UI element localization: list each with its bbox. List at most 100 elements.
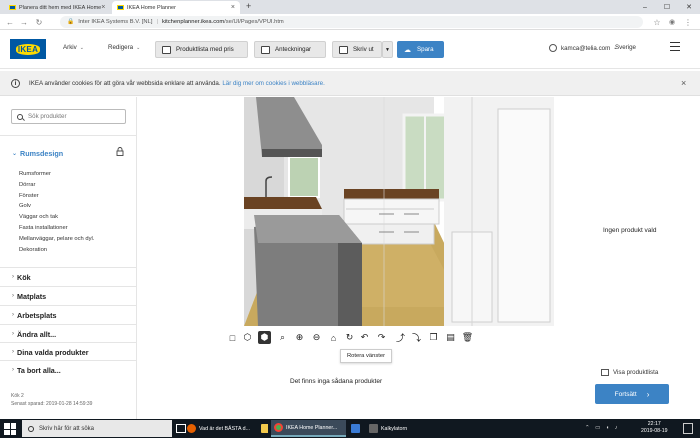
taskbar-store[interactable] xyxy=(348,420,362,437)
sidebar-item[interactable]: Dörrar xyxy=(19,181,94,190)
system-tray-icons[interactable]: ⌃ ▭ ◖ ♪ xyxy=(585,425,619,431)
chevron-right-icon: › xyxy=(12,349,14,355)
app-header: IKEA Arkiv ⌄ Redigera ⌄ Produktlista med p… xyxy=(0,31,700,69)
tilt-down-icon[interactable]: ⤵ xyxy=(410,331,423,344)
close-icon[interactable]: × xyxy=(681,78,686,88)
show-product-list-link[interactable]: Visa produktlista xyxy=(601,369,658,376)
cookie-link[interactable]: Lär dig mer om cookies i webbläsare. xyxy=(222,80,324,87)
reload-icon[interactable]: ↻ xyxy=(33,16,45,28)
folder-icon xyxy=(261,424,268,433)
ikea-favicon-icon xyxy=(117,5,124,10)
zoom-area-icon[interactable]: ⌕ xyxy=(276,331,289,344)
zoom-out-icon[interactable]: ⊖ xyxy=(310,331,323,344)
maximize-icon[interactable]: ☐ xyxy=(656,0,678,14)
chevron-right-icon: › xyxy=(12,367,14,373)
user-email: kamca@telia.com xyxy=(561,44,611,52)
sidebar: Sök produkter ⌄ Rumsdesign Rumsformer Dör… xyxy=(0,97,137,419)
sidebar-item[interactable]: Mellanväggar, pelare och dyl. xyxy=(19,235,94,244)
home-view-icon[interactable]: ⌂ xyxy=(327,331,340,344)
taskbar-firefox[interactable]: Vad är det BÄSTA d... xyxy=(184,420,257,437)
user-account[interactable]: kamca@telia.com ⌄ xyxy=(549,44,617,52)
taskbar-calculator[interactable]: Kalkylatorn xyxy=(366,420,436,437)
url-field[interactable]: 🔒 Inter IKEA Systems B.V. [NL] | kitchen… xyxy=(60,16,643,28)
cert-org: Inter IKEA Systems B.V. [NL] xyxy=(78,19,153,25)
sidebar-item[interactable]: Golv xyxy=(19,202,94,211)
bookmark-star-icon[interactable]: ☆ xyxy=(651,16,663,28)
hamburger-menu-icon[interactable] xyxy=(670,42,680,51)
minimize-icon[interactable]: – xyxy=(634,0,656,14)
rotate-right-icon[interactable]: ↷ xyxy=(375,331,388,344)
category-change-all[interactable]: › Ändra allt... xyxy=(0,324,137,343)
country-selector[interactable]: Sverige xyxy=(615,44,636,51)
sidebar-item[interactable]: Rumsformer xyxy=(19,170,94,179)
divider xyxy=(0,135,137,136)
forward-icon[interactable]: → xyxy=(18,16,30,28)
browser-tab-1[interactable]: Planera ditt hem med IKEA Home × xyxy=(4,1,110,14)
chevron-down-icon: ⌄ xyxy=(136,44,141,51)
sidebar-item[interactable]: Fönster xyxy=(19,192,94,201)
wall-view-icon[interactable]: ▤ xyxy=(444,331,457,344)
select-tool-icon[interactable]: □ xyxy=(226,331,239,344)
cookie-banner: i IKEA använder cookies för att göra vår… xyxy=(0,71,700,96)
save-button[interactable]: ☁ Spara xyxy=(397,41,444,58)
ikea-logo[interactable]: IKEA xyxy=(10,39,46,59)
windows-start-icon[interactable] xyxy=(4,423,16,435)
notes-button[interactable]: Anteckningar xyxy=(254,41,326,58)
profile-icon[interactable]: ◉ xyxy=(666,16,678,28)
print-dropdown-button[interactable]: ▼ xyxy=(382,41,393,58)
taskbar-explorer[interactable] xyxy=(258,420,268,437)
browser-tab-2[interactable]: IKEA Home Planner × xyxy=(112,1,240,14)
tab-title: IKEA Home Planner xyxy=(127,4,176,11)
back-icon[interactable]: ← xyxy=(4,16,16,28)
category-kok[interactable]: › Kök xyxy=(0,267,137,286)
product-list-price-button[interactable]: Produktlista med pris xyxy=(155,41,248,58)
chevron-right-icon: › xyxy=(12,274,14,280)
show-list-label: Visa produktlista xyxy=(613,369,659,376)
notifications-icon[interactable] xyxy=(683,423,693,434)
rotate-icon[interactable]: ↻ xyxy=(343,331,356,344)
kitchen-name: Kök 2 xyxy=(11,393,24,399)
close-tab-icon[interactable]: × xyxy=(101,4,105,11)
no-products-message: Det finns inga sådana produkter xyxy=(290,378,383,385)
sidebar-item[interactable]: Fasta installationer xyxy=(19,224,94,233)
chevron-right-icon: › xyxy=(646,389,650,399)
print-button[interactable]: Skriv ut xyxy=(332,41,382,58)
print-icon xyxy=(339,45,348,54)
view-3d-icon[interactable]: ⬢ xyxy=(258,331,271,344)
lock-icon[interactable] xyxy=(116,147,124,156)
copy-icon[interactable]: ❐ xyxy=(427,331,440,344)
trash-icon[interactable]: 🗑 xyxy=(461,331,474,344)
browser-menu-icon[interactable]: ⋮ xyxy=(682,16,694,28)
view-2d-icon[interactable]: ⬡ xyxy=(241,331,254,344)
menu-redigera[interactable]: Redigera ⌄ xyxy=(108,44,140,51)
close-tab-icon[interactable]: × xyxy=(231,4,235,11)
category-selected-products[interactable]: › Dina valda produkter xyxy=(0,342,137,361)
tilt-up-icon[interactable]: ⤴ xyxy=(394,331,407,344)
section-room-design[interactable]: ⌄ Rumsdesign xyxy=(12,149,63,158)
kitchen-3d-view[interactable] xyxy=(244,97,554,326)
new-tab-icon[interactable]: + xyxy=(246,1,251,11)
search-placeholder: Sök produkter xyxy=(28,113,67,120)
calculator-icon xyxy=(369,424,378,433)
search-icon xyxy=(17,113,23,120)
category-matplats[interactable]: › Matplats xyxy=(0,286,137,305)
address-bar-row: ← → ↻ 🔒 Inter IKEA Systems B.V. [NL] | k… xyxy=(0,14,700,30)
clock-date: 2019-08-19 xyxy=(641,428,668,434)
taskbar-chrome[interactable]: IKEA Home Planner... xyxy=(271,420,346,437)
category-arbetsplats[interactable]: › Arbetsplats xyxy=(0,305,137,324)
menu-arkiv[interactable]: Arkiv ⌄ xyxy=(63,44,84,51)
product-search-input[interactable]: Sök produkter xyxy=(11,109,126,124)
zoom-in-icon[interactable]: ⊕ xyxy=(293,331,306,344)
taskbar-search[interactable]: Skriv här för att söka xyxy=(22,420,172,437)
rotate-left-icon[interactable]: ↶ xyxy=(358,331,371,344)
sidebar-item[interactable]: Väggar och tak xyxy=(19,213,94,222)
sidebar-item[interactable]: Dekoration xyxy=(19,246,94,255)
chevron-down-icon: ▼ xyxy=(385,46,390,53)
window-close-icon[interactable]: ✕ xyxy=(678,0,700,14)
continue-button[interactable]: Fortsätt › xyxy=(595,384,669,404)
category-remove-all[interactable]: › Ta bort alla... xyxy=(0,360,137,379)
cookie-text: IKEA använder cookies för att göra vår w… xyxy=(29,80,325,87)
save-label: Spara xyxy=(417,46,434,53)
category-label: Matplats xyxy=(17,291,47,301)
clock[interactable]: 22:17 2019-08-19 xyxy=(641,421,668,435)
